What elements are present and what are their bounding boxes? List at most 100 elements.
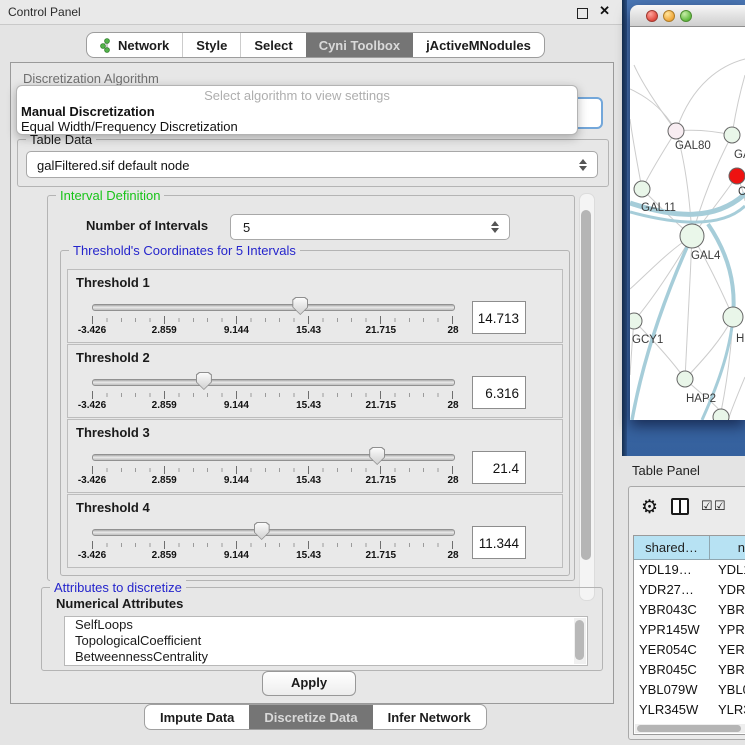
- table-row[interactable]: YER054C YER0: [634, 640, 745, 660]
- threshold-4-label: Threshold 4: [76, 500, 150, 515]
- table-row[interactable]: YPR145W YPR1: [634, 620, 745, 640]
- node-hap2[interactable]: [677, 371, 693, 387]
- table-row[interactable]: YBR045C YBR0: [634, 660, 745, 680]
- top-tab-bar: Network Style Select Cyni Toolbox jActiv…: [86, 32, 545, 58]
- node-gal11[interactable]: [634, 181, 650, 197]
- table-data-combobox[interactable]: galFiltered.sif default node: [26, 151, 598, 178]
- node-label-ga: GA: [734, 149, 745, 161]
- tab-impute-data[interactable]: Impute Data: [145, 705, 249, 729]
- float-window-icon[interactable]: [577, 8, 588, 19]
- scale-label: 15.43: [296, 550, 321, 561]
- threshold-3-slider-track[interactable]: [92, 454, 455, 461]
- tab-discretize-data[interactable]: Discretize Data: [249, 705, 372, 729]
- table-row[interactable]: YBL079W YBL0: [634, 680, 745, 700]
- table-row[interactable]: YBR043C YBR0: [634, 600, 745, 620]
- tab-network-label: Network: [118, 38, 169, 53]
- network-canvas[interactable]: GAL80 GA C GAL11 GAL4 GCY1 H HAP2: [630, 27, 745, 420]
- node-label-gal11: GAL11: [641, 202, 676, 214]
- attributes-group: Attributes to discretize Numerical Attri…: [41, 587, 603, 671]
- table-header-row: shared… na: [634, 536, 745, 560]
- threshold-2-value-field[interactable]: 6.316: [472, 376, 526, 409]
- tab-infer-network[interactable]: Infer Network: [373, 705, 486, 729]
- table-row[interactable]: YDR27… YDR2: [634, 580, 745, 600]
- minimize-traffic-light-icon[interactable]: [663, 10, 675, 22]
- cell[interactable]: YBR0: [710, 660, 745, 680]
- split-columns-icon[interactable]: [671, 498, 689, 515]
- algorithm-hint-option[interactable]: Select algorithm to view settings: [17, 88, 577, 104]
- table-horizontal-scrollbar[interactable]: [635, 724, 745, 733]
- table-data-value: galFiltered.sif default node: [37, 158, 189, 173]
- number-of-intervals-spinner[interactable]: 5: [230, 214, 510, 240]
- select-all-icon[interactable]: ☑: [701, 498, 713, 514]
- scrollbar-thumb[interactable]: [581, 210, 591, 560]
- list-scrollbar[interactable]: [574, 618, 586, 664]
- node-gal4[interactable]: [680, 224, 704, 248]
- close-traffic-light-icon[interactable]: [646, 10, 658, 22]
- tab-jactivemnodules[interactable]: jActiveMNodules: [413, 33, 544, 57]
- tab-cyni-toolbox[interactable]: Cyni Toolbox: [306, 33, 413, 57]
- threshold-2-slider-track[interactable]: [92, 379, 455, 386]
- cell[interactable]: YBR0: [710, 600, 745, 620]
- threshold-4-value-field[interactable]: 11.344: [472, 526, 526, 559]
- scrollbar-thumb[interactable]: [575, 620, 584, 660]
- column-header-shared-name[interactable]: shared…: [634, 536, 710, 559]
- cell[interactable]: YBL079W: [634, 680, 710, 700]
- threshold-3-slider-handle[interactable]: [369, 447, 385, 465]
- cell[interactable]: YDL1: [710, 560, 745, 580]
- table-row[interactable]: YDL19… YDL1: [634, 560, 745, 580]
- cell[interactable]: YDR2: [710, 580, 745, 600]
- threshold-4-slider-track[interactable]: [92, 529, 455, 536]
- cell[interactable]: YER0: [710, 640, 745, 660]
- threshold-1-slider-track[interactable]: [92, 304, 455, 311]
- cell[interactable]: YLR345W: [634, 700, 710, 720]
- table-toolbar: ⚙ ☑ ☑: [629, 487, 745, 533]
- node-label-gal80: GAL80: [675, 140, 711, 152]
- cell[interactable]: YBR045C: [634, 660, 710, 680]
- table-panel-title: Table Panel: [632, 463, 700, 478]
- algorithm-dropdown-popup: Select algorithm to view settings Manual…: [16, 85, 578, 135]
- cell[interactable]: YBL0: [710, 680, 745, 700]
- list-item[interactable]: BetweennessCentrality: [65, 649, 587, 665]
- threshold-2-slider-handle[interactable]: [196, 372, 212, 390]
- zoom-traffic-light-icon[interactable]: [680, 10, 692, 22]
- table-row[interactable]: YLR345W YLR3: [634, 700, 745, 720]
- node-gal80[interactable]: [668, 123, 684, 139]
- scrollbar-thumb[interactable]: [637, 725, 741, 732]
- threshold-3-value-field[interactable]: 21.4: [472, 451, 526, 484]
- node-partial-bottom[interactable]: [713, 409, 729, 420]
- threshold-1-panel: Threshold 1 -3.426 2.859 9.144 1: [67, 269, 563, 343]
- numerical-attributes-list[interactable]: SelfLoops TopologicalCoefficient Between…: [64, 616, 588, 666]
- close-icon[interactable]: ✕: [599, 3, 610, 19]
- select-all-icon-2[interactable]: ☑: [714, 498, 726, 514]
- cell[interactable]: YDL19…: [634, 560, 710, 580]
- tab-network[interactable]: Network: [87, 33, 182, 57]
- threshold-4-slider-handle[interactable]: [254, 522, 270, 540]
- list-item[interactable]: TopologicalCoefficient: [65, 633, 587, 649]
- cell[interactable]: YER054C: [634, 640, 710, 660]
- algorithm-option-equal-width[interactable]: Equal Width/Frequency Discretization: [17, 119, 577, 134]
- node-gcy1[interactable]: [630, 313, 642, 329]
- tab-select[interactable]: Select: [240, 33, 305, 57]
- interval-definition-group: Interval Definition Number of Intervals …: [47, 195, 575, 581]
- cell[interactable]: YBR043C: [634, 600, 710, 620]
- column-header-name[interactable]: na: [710, 536, 745, 559]
- cell[interactable]: YDR27…: [634, 580, 710, 600]
- node-h[interactable]: [723, 307, 743, 327]
- algorithm-option-manual[interactable]: Manual Discretization: [17, 104, 577, 119]
- scale-label: 2.859: [152, 550, 177, 561]
- threshold-1-value-field[interactable]: 14.713: [472, 301, 526, 334]
- list-item[interactable]: SelfLoops: [65, 617, 587, 633]
- threshold-1-slider-handle[interactable]: [292, 297, 308, 315]
- gear-icon[interactable]: ⚙: [641, 496, 658, 519]
- scale-label: 2.859: [152, 325, 177, 336]
- node-red[interactable]: [729, 168, 745, 184]
- cell[interactable]: YPR145W: [634, 620, 710, 640]
- attributes-group-label: Attributes to discretize: [50, 580, 186, 595]
- threshold-2-panel: Threshold 2 -3.426 2.859 9.144 1: [67, 344, 563, 418]
- cell[interactable]: YPR1: [710, 620, 745, 640]
- tab-style[interactable]: Style: [182, 33, 240, 57]
- panel-vertical-scrollbar[interactable]: [579, 193, 595, 601]
- cell[interactable]: YLR3: [710, 700, 745, 720]
- node-ga[interactable]: [724, 127, 740, 143]
- apply-button[interactable]: Apply: [262, 671, 356, 696]
